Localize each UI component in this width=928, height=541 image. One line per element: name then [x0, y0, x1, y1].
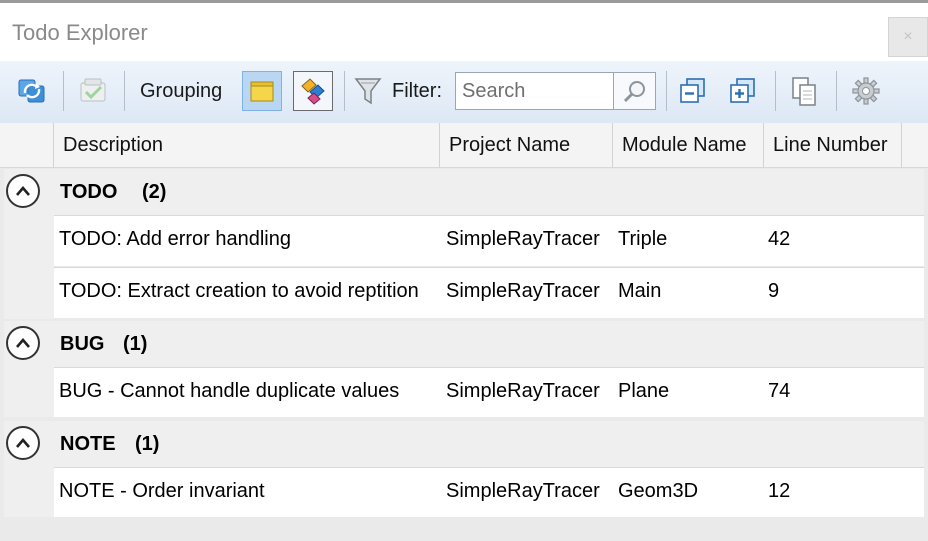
column-header-module-name[interactable]: Module Name [612, 123, 763, 167]
cell-description: TODO: Add error handling [59, 228, 291, 250]
cell-line-number: 74 [768, 380, 791, 402]
group-gutter [4, 467, 54, 517]
settings-button[interactable] [846, 71, 886, 111]
group-count: (1) [135, 433, 160, 455]
cell-description: BUG - Cannot handle duplicate values [59, 380, 400, 402]
toolbar-separator [63, 71, 64, 111]
tag-group-icon [301, 78, 325, 105]
collapse-group-button[interactable] [6, 326, 40, 360]
collapse-group-button[interactable] [6, 174, 40, 208]
toolbar-separator [124, 71, 125, 111]
column-header-project-name[interactable]: Project Name [439, 123, 612, 167]
toolbar-separator [836, 71, 837, 111]
group-count: (2) [142, 181, 167, 203]
cell-description: TODO: Extract creation to avoid reptitio… [59, 280, 419, 302]
todo-grid: Description Project Name Module Name Lin… [0, 123, 928, 541]
close-button[interactable]: × [888, 17, 928, 57]
sticky-note-icon [250, 81, 274, 102]
column-header-description[interactable]: Description [53, 123, 439, 167]
filter-button[interactable] [348, 71, 388, 111]
gear-icon [852, 77, 880, 105]
cell-project-name: SimpleRayTracer [446, 480, 600, 502]
table-row[interactable]: TODO: Extract creation to avoid reptitio… [54, 267, 924, 318]
table-row[interactable]: NOTE - Order invariant SimpleRayTracer G… [54, 467, 924, 517]
checklist-icon [80, 78, 106, 102]
search-input[interactable] [455, 72, 614, 110]
cell-line-number: 42 [768, 228, 791, 250]
table-row[interactable]: BUG - Cannot handle duplicate values Sim… [54, 367, 924, 417]
window-title: Todo Explorer [12, 20, 148, 45]
group-header-note: NOTE (1) [4, 421, 924, 467]
group-name: NOTE [60, 433, 116, 455]
chevron-up-icon [16, 186, 30, 196]
toolbar: Grouping Filter: [0, 61, 928, 124]
expand-all-icon [730, 78, 755, 103]
cell-line-number: 12 [768, 480, 791, 502]
cell-line-number: 9 [768, 280, 780, 302]
cell-description: NOTE - Order invariant [59, 480, 265, 502]
toolbar-separator [666, 71, 667, 111]
column-header-row: Description Project Name Module Name Lin… [0, 123, 928, 168]
cell-project-name: SimpleRayTracer [446, 380, 600, 402]
chevron-up-icon [16, 438, 30, 448]
collapse-all-button[interactable] [672, 71, 712, 111]
group-gutter [4, 215, 54, 319]
group-by-type-toggle[interactable] [242, 71, 282, 111]
table-row[interactable]: TODO: Add error handling SimpleRayTracer… [54, 215, 924, 266]
show-completed-button[interactable] [73, 71, 113, 111]
title-bar: Todo Explorer × [0, 3, 928, 61]
copy-icon [792, 77, 816, 106]
expand-all-button[interactable] [722, 71, 762, 111]
close-icon: × [903, 28, 913, 45]
cell-project-name: SimpleRayTracer [446, 228, 600, 250]
magnifier-icon [623, 81, 645, 103]
toolbar-separator [344, 71, 345, 111]
group-name: BUG [60, 333, 105, 355]
search-button[interactable] [614, 72, 656, 110]
refresh-icon [18, 79, 45, 103]
cell-module-name: Main [618, 280, 662, 302]
group-name: TODO [60, 181, 118, 203]
cell-project-name: SimpleRayTracer [446, 280, 600, 302]
grouping-label: Grouping [140, 80, 223, 102]
cell-module-name: Triple [618, 228, 668, 250]
filter-label: Filter: [392, 80, 442, 102]
todo-explorer-window: Todo Explorer × Grouping Filter: Search … [0, 0, 928, 541]
collapse-group-button[interactable] [6, 426, 40, 460]
copy-button[interactable] [784, 71, 824, 111]
group-count: (1) [123, 333, 148, 355]
chevron-up-icon [16, 338, 30, 348]
cell-module-name: Geom3D [618, 480, 699, 502]
cell-module-name: Plane [618, 380, 670, 402]
group-gutter [4, 367, 54, 417]
column-header-line-number[interactable]: Line Number [763, 123, 902, 167]
group-header-bug: BUG (1) [4, 321, 924, 367]
refresh-button[interactable] [12, 71, 52, 111]
toolbar-separator [775, 71, 776, 111]
collapse-all-icon [680, 78, 705, 103]
group-by-project-toggle[interactable] [293, 71, 333, 111]
filter-funnel-icon [354, 78, 382, 105]
group-header-todo: TODO (2) [4, 169, 924, 215]
